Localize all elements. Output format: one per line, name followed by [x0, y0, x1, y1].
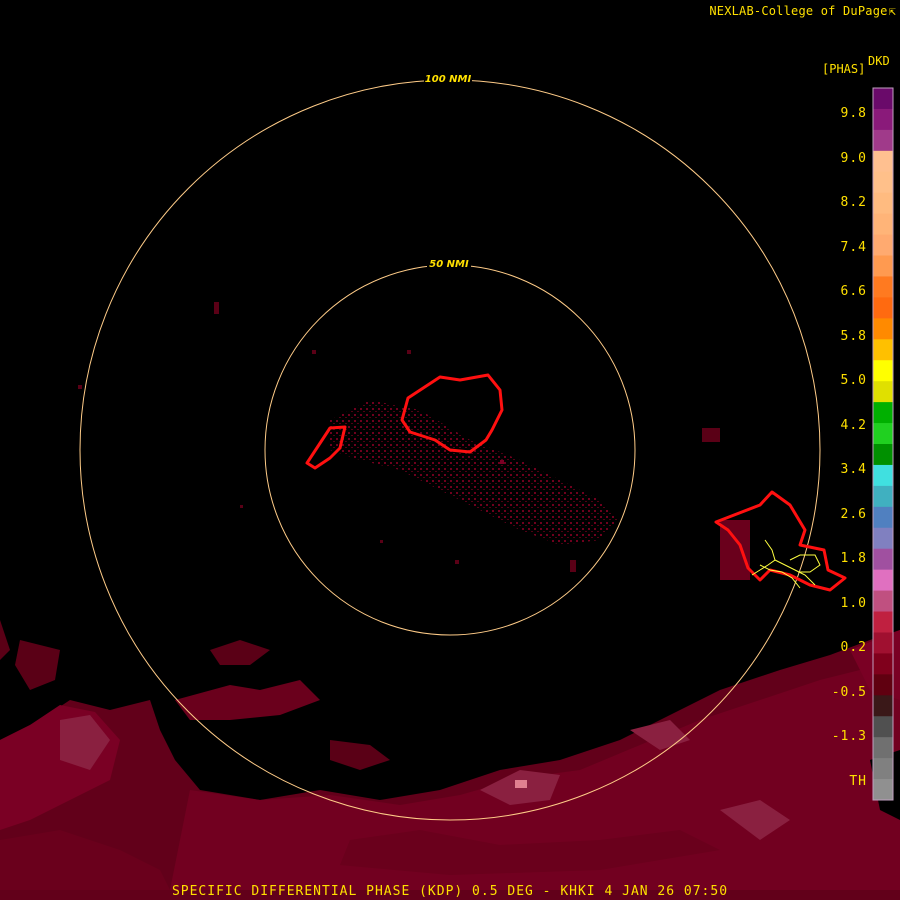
color-scale-tick-label: 0.2	[840, 640, 867, 655]
color-scale-tick-label: 5.8	[840, 328, 867, 344]
color-scale-segment	[873, 758, 893, 780]
color-scale-segment	[873, 632, 893, 654]
external-link-icon: ⇱	[888, 4, 896, 18]
color-scale-segment	[873, 695, 893, 717]
color-scale-unit: [PHAS]	[822, 62, 866, 76]
precipitation-echoes-south	[0, 620, 900, 900]
color-scale-segment	[873, 192, 893, 215]
color-scale-product: DKD	[868, 54, 890, 68]
color-scale-tick-label: 8.2	[840, 195, 867, 210]
color-scale-segment	[873, 339, 893, 361]
color-scale-segment	[873, 360, 893, 382]
color-scale-bar	[872, 87, 894, 801]
color-scale-tick-label: 4.2	[840, 417, 867, 433]
color-scale-segment	[873, 485, 893, 508]
color-scale-segment	[873, 297, 893, 319]
color-scale-segment	[873, 213, 893, 236]
color-scale-tick-label: 9.8	[840, 106, 867, 121]
color-scale-tick-label: 3.4	[840, 462, 867, 477]
color-scale-segment	[873, 381, 893, 403]
site-credit[interactable]: NEXLAB-College of DuPage⇱	[709, 4, 896, 18]
color-scale-segment	[873, 402, 893, 424]
color-scale-segment	[873, 527, 893, 550]
color-scale-segment	[873, 171, 893, 194]
color-scale-segment	[873, 255, 893, 277]
site-credit-text: NEXLAB-College of DuPage	[709, 4, 888, 18]
color-scale-segment	[873, 423, 893, 445]
precipitation-echoes-central	[78, 302, 750, 580]
color-scale-segment	[873, 737, 893, 759]
radar-display: 100 NMI 50 NMI	[0, 73, 900, 900]
range-label-50nmi: 50 NMI	[429, 259, 469, 270]
color-scale-segment	[873, 590, 893, 613]
color-scale-segment	[873, 653, 893, 675]
range-ring-labels: 100 NMI 50 NMI	[424, 73, 472, 270]
range-label-100nmi: 100 NMI	[425, 74, 472, 85]
color-scale-tick-label: 7.4	[840, 239, 867, 255]
color-scale-segment	[873, 779, 893, 801]
color-scale-segment	[873, 444, 893, 466]
color-scale-segment	[873, 150, 893, 173]
color-scale-segment	[873, 506, 893, 529]
color-scale-tick-label: 5.0	[840, 373, 867, 388]
color-scale-tick-label: 9.0	[840, 150, 867, 166]
color-scale-segment	[873, 611, 893, 633]
color-scale-tick-label: TH	[849, 773, 867, 789]
color-scale-segment	[873, 548, 893, 571]
color-scale-tick-label: 6.6	[840, 284, 867, 299]
color-scale-segment	[873, 108, 893, 131]
color-scale-tick-label: 1.8	[840, 551, 867, 566]
color-scale-segment	[873, 464, 893, 487]
footer-caption: SPECIFIC DIFFERENTIAL PHASE (KDP) 0.5 DE…	[171, 884, 729, 899]
color-scale-segment	[873, 276, 893, 298]
color-scale-segment	[873, 716, 893, 738]
color-scale-tick-label: 1.0	[840, 595, 867, 611]
color-scale-tick-label: -1.3	[831, 729, 867, 744]
color-scale-segment	[873, 674, 893, 696]
color-scale-segment	[873, 318, 893, 340]
color-scale-segment	[873, 569, 893, 592]
color-scale-tick-label: -0.5	[831, 684, 867, 700]
color-scale-segment	[873, 88, 893, 110]
color-scale-segment	[873, 234, 893, 257]
color-scale-tick-label: 2.6	[840, 506, 867, 522]
color-scale-segment	[873, 129, 893, 152]
